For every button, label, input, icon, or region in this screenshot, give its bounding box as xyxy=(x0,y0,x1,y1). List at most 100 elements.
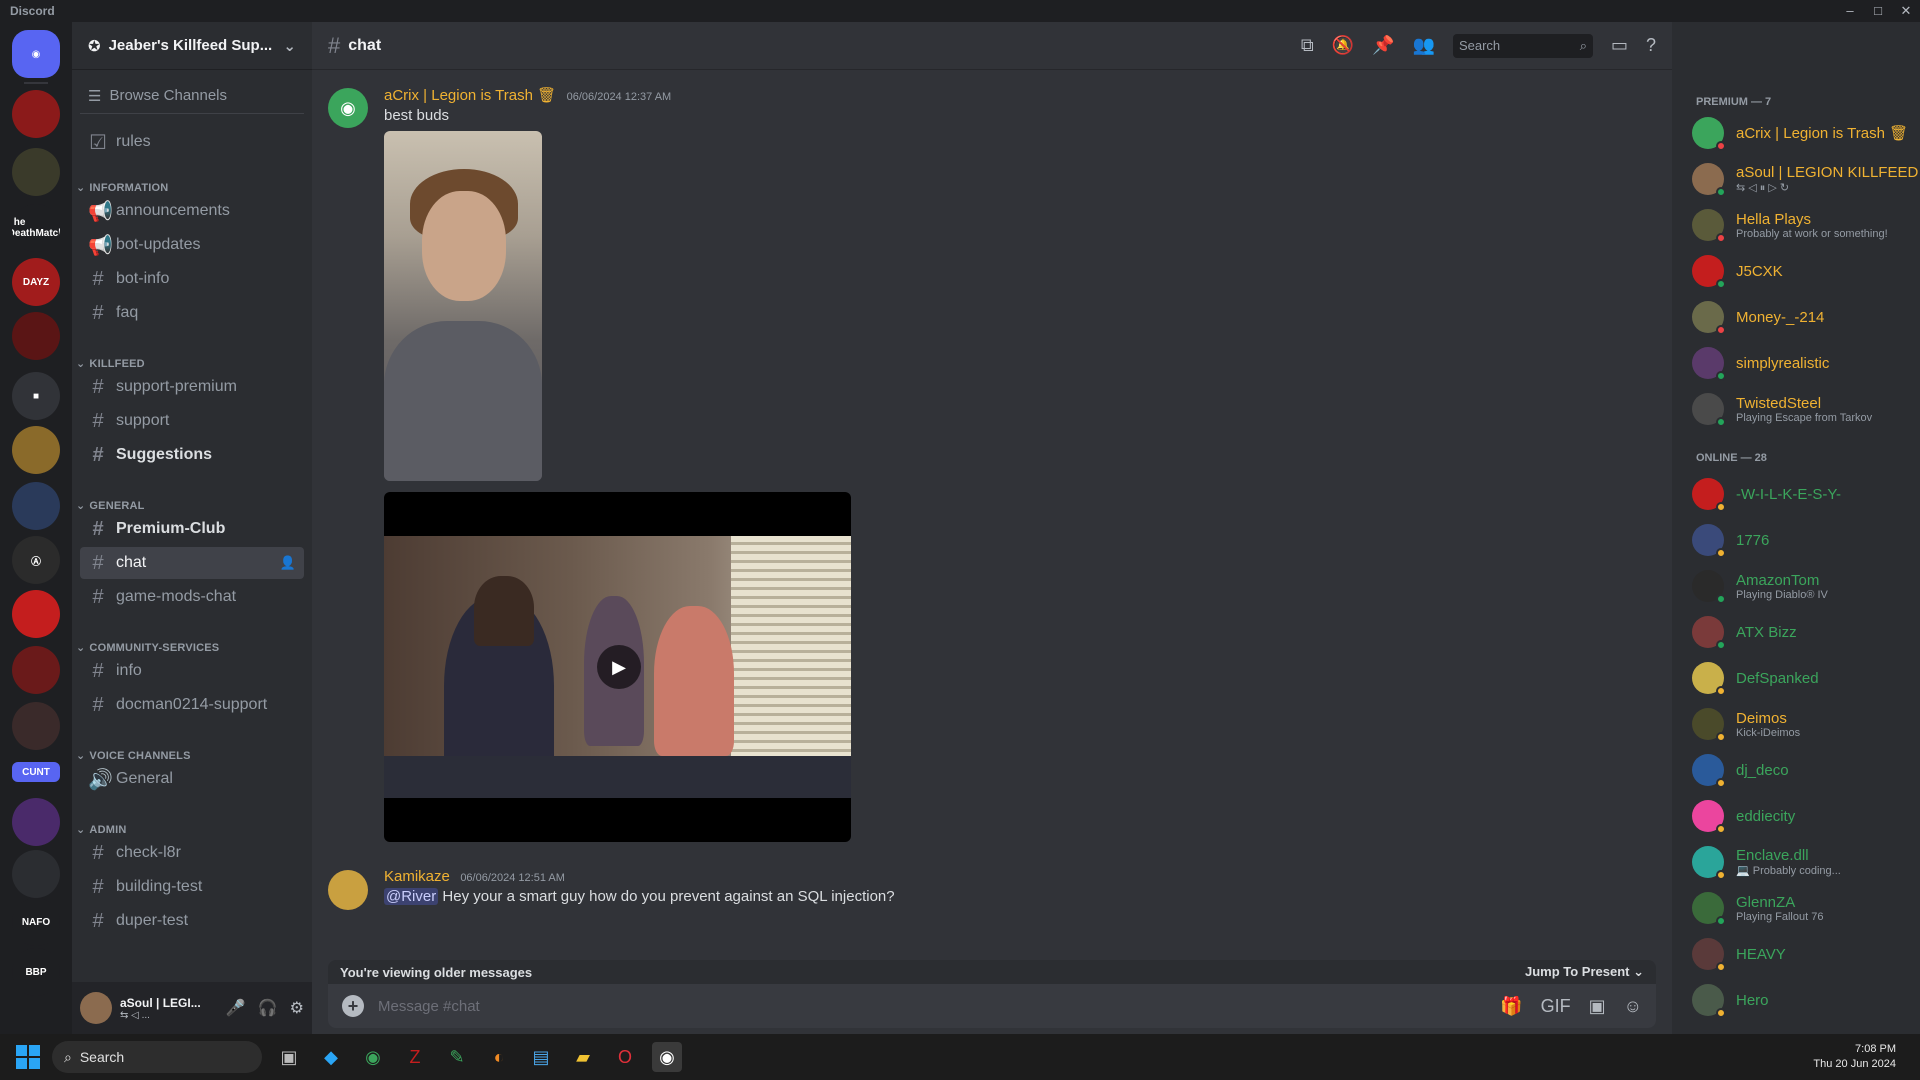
notepad-icon[interactable]: ▤ xyxy=(526,1042,556,1072)
server-icon-server-8[interactable]: Ⓐ xyxy=(12,536,60,584)
member-item[interactable]: aCrix | Legion is Trash 🗑 xyxy=(1692,112,1912,154)
category-voice-channels[interactable]: ⌄ VOICE CHANNELS xyxy=(76,749,191,763)
server-icon-server-16[interactable]: BBP xyxy=(12,948,60,996)
server-icon-server-5[interactable] xyxy=(12,312,60,360)
avatar[interactable] xyxy=(328,870,368,910)
member-item[interactable]: eddiecity xyxy=(1692,795,1912,837)
image-attachment[interactable] xyxy=(384,131,542,481)
avatar[interactable]: ◉ xyxy=(328,88,368,128)
member-item[interactable]: HEAVY xyxy=(1692,933,1912,975)
member-item[interactable]: dj_deco xyxy=(1692,749,1912,791)
gear-icon[interactable]: ⚙ xyxy=(290,998,304,1018)
channel-chat[interactable]: # chat 👤 xyxy=(80,547,304,579)
channel-support-premium[interactable]: # support-premium xyxy=(80,371,304,403)
channel-building-test[interactable]: # building-test xyxy=(80,871,304,903)
channel-check-l8r[interactable]: # check-l8r xyxy=(80,837,304,869)
pin-icon[interactable]: 📌 xyxy=(1372,35,1394,56)
server-icon-server-13[interactable] xyxy=(12,798,60,846)
task-view-icon[interactable]: ▣ xyxy=(274,1042,304,1072)
voice-channel-general[interactable]: 🔊 General xyxy=(80,763,304,795)
discord-taskbar-icon[interactable]: ◉ xyxy=(652,1042,682,1072)
maximize-icon[interactable]: □ xyxy=(1864,3,1892,19)
channel-duper-test[interactable]: # duper-test xyxy=(80,905,304,937)
play-icon[interactable]: ▶ xyxy=(597,645,641,689)
member-item[interactable]: Money-_-214 xyxy=(1692,296,1912,338)
server-icon-server-9[interactable] xyxy=(12,590,60,638)
channel-game-mods-chat[interactable]: # game-mods-chat xyxy=(80,581,304,613)
category-information[interactable]: ⌄ INFORMATION xyxy=(76,181,168,195)
channel-suggestions[interactable]: # Suggestions xyxy=(80,439,304,471)
member-item[interactable]: Hero xyxy=(1692,979,1912,1021)
member-item[interactable]: DefSpanked xyxy=(1692,657,1912,699)
filezilla-icon[interactable]: Z xyxy=(400,1042,430,1072)
server-icon-server-6[interactable] xyxy=(12,426,60,474)
server-icon-server-7[interactable] xyxy=(12,482,60,530)
channel-bot-info[interactable]: # bot-info xyxy=(80,263,304,295)
server-icon-server-10[interactable] xyxy=(12,646,60,694)
member-item[interactable]: ATX Bizz xyxy=(1692,611,1912,653)
add-member-icon[interactable]: 👤 xyxy=(280,555,296,571)
member-item[interactable]: 1776 xyxy=(1692,519,1912,561)
member-item[interactable]: Enclave.dll 💻 Probably coding... xyxy=(1692,841,1912,883)
add-attachment-icon[interactable]: + xyxy=(342,995,364,1017)
member-item[interactable]: aSoul | LEGION KILLFEED ⇆ ◁ ⏸ ▷ ↻ xyxy=(1692,158,1918,200)
channel-rules[interactable]: ☑ rules xyxy=(80,126,304,158)
search-input[interactable]: Search ⌕ xyxy=(1452,33,1593,58)
gift-icon[interactable]: 🎁 xyxy=(1500,996,1522,1017)
inbox-icon[interactable]: ▭ xyxy=(1611,35,1628,56)
category-community-services[interactable]: ⌄ COMMUNITY-SERVICES xyxy=(76,641,219,655)
channel-bot-updates[interactable]: 📢 bot-updates xyxy=(80,229,304,261)
sticker-icon[interactable]: ▣ xyxy=(1589,996,1606,1017)
server-icon-server-3[interactable]: The DeathMatch xyxy=(12,204,60,252)
server-icon-server-2[interactable] xyxy=(12,148,60,196)
channel-announcements[interactable]: 📢 announcements xyxy=(80,195,304,227)
message-author[interactable]: aCrix | Legion is Trash 🗑 xyxy=(384,87,556,104)
channel-faq[interactable]: # faq xyxy=(80,297,304,329)
notepad-plus-icon[interactable]: ✎ xyxy=(442,1042,472,1072)
browse-channels[interactable]: ☰ Browse Channels xyxy=(80,78,304,114)
app-hs-icon[interactable]: ◉ xyxy=(358,1042,388,1072)
member-item[interactable]: AmazonTom Playing Diablo® IV xyxy=(1692,565,1912,607)
windows-start-icon[interactable] xyxy=(16,1045,40,1069)
guild-header[interactable]: ✪ Jeaber's Killfeed Sup... ⌄ xyxy=(72,22,312,70)
members-icon[interactable]: 👥 xyxy=(1413,35,1435,56)
member-item[interactable]: J5CXK xyxy=(1692,250,1912,292)
member-item[interactable]: -W-I-L-K-E-S-Y- xyxy=(1692,473,1912,515)
channel-docman-support[interactable]: # docman0214-support xyxy=(80,689,304,721)
user-info[interactable]: aSoul | LEGI... ⇆ ◁ ... xyxy=(120,996,201,1021)
server-icon-folder[interactable]: ■ xyxy=(12,372,60,420)
jump-to-present-button[interactable]: Jump To Present ⌄ xyxy=(1525,964,1644,980)
server-icon-server-11[interactable] xyxy=(12,702,60,750)
channel-info[interactable]: # info xyxy=(80,655,304,687)
server-icon-server-1[interactable] xyxy=(12,90,60,138)
member-item[interactable]: GlennZA Playing Fallout 76 xyxy=(1692,887,1912,929)
emoji-icon[interactable]: ☺ xyxy=(1624,996,1642,1017)
headphones-icon[interactable]: 🎧 xyxy=(258,998,278,1018)
system-clock[interactable]: 7:08 PM Thu 20 Jun 2024 xyxy=(1813,1042,1920,1072)
server-icon-server-14[interactable] xyxy=(12,850,60,898)
microphone-icon[interactable]: 🎤 xyxy=(226,998,246,1018)
video-attachment[interactable]: ▶ xyxy=(384,492,851,842)
server-icon-server-4[interactable]: DAYZ xyxy=(12,258,60,306)
sublime-icon[interactable]: ◐ xyxy=(484,1042,514,1072)
taskbar-search[interactable]: ⌕ Search xyxy=(52,1041,262,1073)
member-item[interactable]: Hella Plays Probably at work or something… xyxy=(1692,204,1912,246)
member-item[interactable]: TwistedSteel Playing Escape from Tarkov xyxy=(1692,388,1912,430)
message-author[interactable]: Kamikaze xyxy=(384,868,450,885)
member-item[interactable]: Deimos Kick-iDeimos xyxy=(1692,703,1912,745)
server-icon-server-15[interactable]: NAFO xyxy=(12,898,60,946)
threads-icon[interactable]: ⧉ xyxy=(1301,35,1314,56)
file-explorer-icon[interactable]: ▰ xyxy=(568,1042,598,1072)
channel-support[interactable]: # support xyxy=(80,405,304,437)
category-general[interactable]: ⌄ GENERAL xyxy=(76,499,145,513)
gif-icon[interactable]: GIF xyxy=(1541,996,1571,1017)
help-icon[interactable]: ? xyxy=(1646,35,1656,56)
user-mention[interactable]: @River xyxy=(384,888,439,905)
category-killfeed[interactable]: ⌄ KILLFEED xyxy=(76,357,145,371)
server-icon-server-12[interactable]: CUNT xyxy=(12,762,60,782)
notification-bell-icon[interactable]: 🔕 xyxy=(1332,35,1354,56)
vscode-icon[interactable]: ◆ xyxy=(316,1042,346,1072)
server-icon-home[interactable]: ◉ xyxy=(12,30,60,78)
minimize-icon[interactable]: – xyxy=(1836,3,1864,19)
close-icon[interactable]: ✕ xyxy=(1892,3,1920,19)
